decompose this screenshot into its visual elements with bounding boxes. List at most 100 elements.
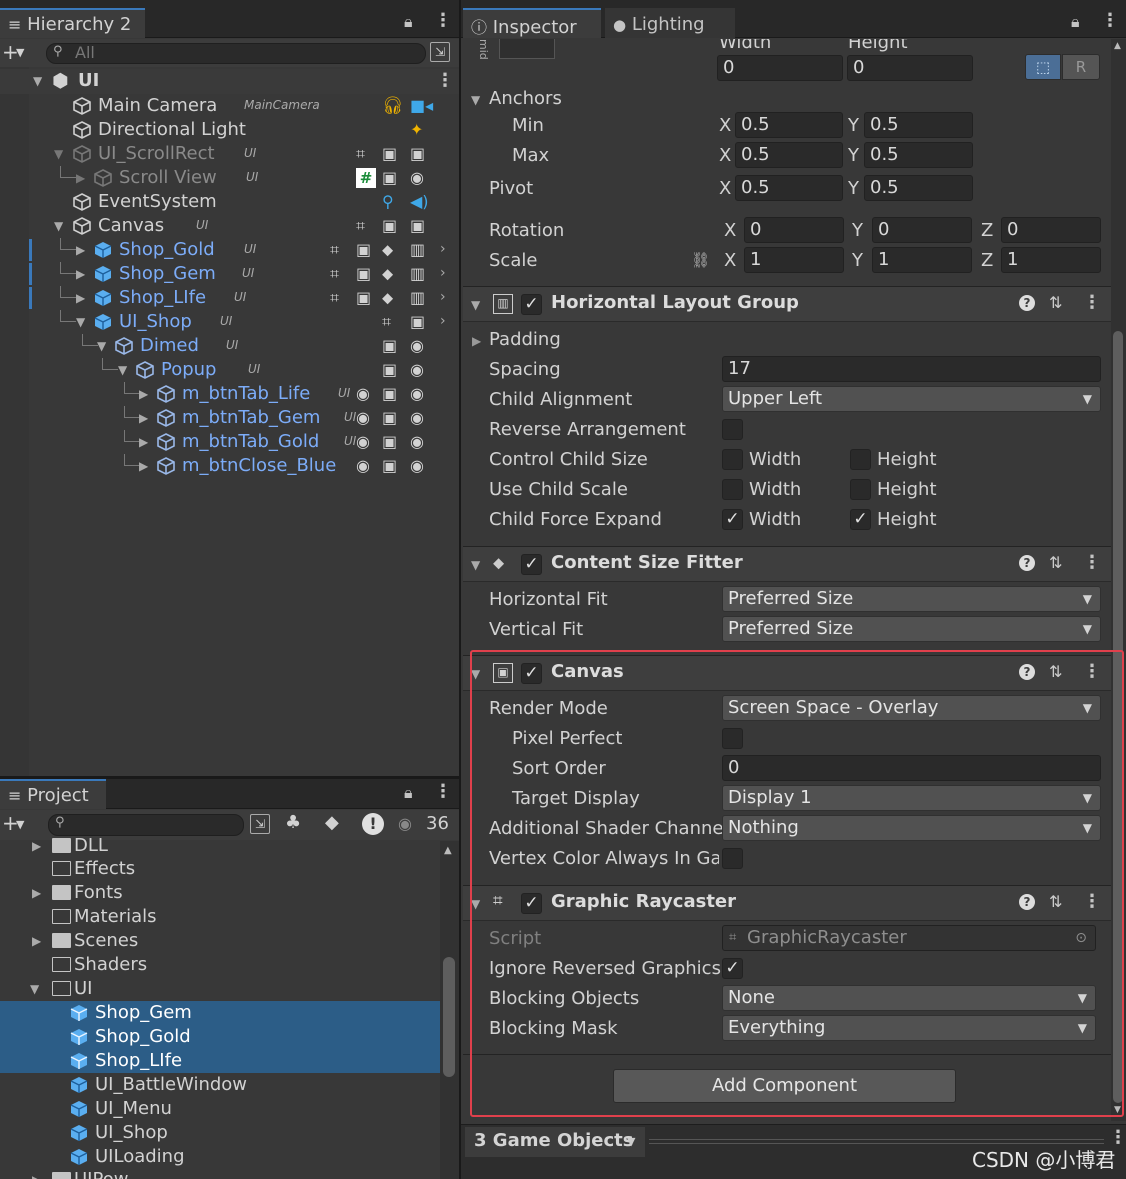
help-icon[interactable]: ? bbox=[1019, 295, 1035, 311]
hierarchy-item-canvas[interactable]: ▼ Canvas UI ⌗ ▣ ▣ bbox=[0, 214, 459, 238]
tab-inspector[interactable]: ⓘ Inspector bbox=[463, 8, 601, 38]
hidden-packages-icon[interactable]: ◉ bbox=[398, 814, 412, 833]
chevron-right-icon[interactable]: › bbox=[440, 289, 446, 305]
scale-width-checkbox[interactable] bbox=[722, 479, 743, 500]
hierarchy-item-scroll-view[interactable]: ▶ Scroll View UI # ▣ ◉ bbox=[0, 166, 459, 190]
rotation-z-field[interactable]: 0 bbox=[1001, 217, 1101, 243]
project-prefab-shop-gold[interactable]: Shop_Gold bbox=[0, 1025, 440, 1049]
expand-width-checkbox[interactable]: ✓ bbox=[722, 509, 743, 530]
project-folder-fonts[interactable]: ▶ Fonts bbox=[0, 881, 440, 905]
csf-header[interactable]: ▼ ⬥ ✓ Content Size Fitter ? ⇅ ⋮ bbox=[463, 546, 1111, 582]
project-folder-dll[interactable]: ▶ DLL bbox=[0, 834, 440, 858]
more-menu-icon[interactable]: ⋮ bbox=[434, 10, 452, 31]
rotation-y-field[interactable]: 0 bbox=[872, 217, 972, 243]
scale-height-checkbox[interactable] bbox=[850, 479, 871, 500]
child-alignment-dropdown[interactable]: Upper Left ▼ bbox=[722, 386, 1101, 412]
vertical-fit-dropdown[interactable]: Preferred Size ▼ bbox=[722, 616, 1101, 642]
expand-arrow-icon[interactable]: ▶ bbox=[139, 459, 148, 473]
expand-height-checkbox[interactable]: ✓ bbox=[850, 509, 871, 530]
more-menu-icon[interactable]: ⋮ bbox=[434, 781, 452, 802]
tab-lighting[interactable]: ● Lighting bbox=[605, 8, 735, 38]
expand-arrow-icon[interactable]: ▼ bbox=[76, 315, 85, 329]
hlg-enabled-checkbox[interactable]: ✓ bbox=[521, 294, 542, 315]
tab-project[interactable]: ≡ Project bbox=[0, 779, 106, 809]
width-field[interactable]: 0 bbox=[717, 55, 843, 81]
hierarchy-item-btntab-life[interactable]: ▶ m_btnTab_Life UI ◉ ▣ ◉ bbox=[0, 382, 459, 406]
project-folder-effects[interactable]: Effects bbox=[0, 857, 440, 881]
visibility-eye-icon[interactable]: ◉ bbox=[410, 432, 430, 452]
expand-arrow-icon[interactable]: ▶ bbox=[76, 267, 85, 281]
expand-arrow-icon[interactable]: ▶ bbox=[32, 886, 41, 900]
scene-visibility-icon[interactable]: ⇲ bbox=[430, 42, 450, 62]
horizontal-fit-dropdown[interactable]: Preferred Size ▼ bbox=[722, 586, 1101, 612]
raw-edit-button[interactable]: R bbox=[1062, 54, 1100, 80]
hierarchy-item-directional-light[interactable]: Directional Light ✦ bbox=[0, 118, 459, 142]
project-folder-ui[interactable]: ▼ UI bbox=[0, 977, 440, 1001]
scale-x-field[interactable]: 1 bbox=[744, 247, 844, 273]
expand-arrow-icon[interactable]: ▶ bbox=[32, 934, 41, 948]
tab-hierarchy[interactable]: ≡ Hierarchy 2 bbox=[0, 8, 145, 38]
expand-arrow-icon[interactable]: ▼ bbox=[118, 363, 127, 377]
expand-arrow-icon[interactable]: ▶ bbox=[139, 411, 148, 425]
hierarchy-item-ui-scrollrect[interactable]: ▼ UI_ScrollRect UI ⌗ ▣ ▣ bbox=[0, 142, 459, 166]
visibility-eye-icon[interactable]: ◉ bbox=[410, 360, 430, 380]
expand-arrow-icon[interactable]: ▶ bbox=[32, 839, 41, 853]
min-y-field[interactable]: 0.5 bbox=[864, 112, 973, 138]
warning-filter-icon[interactable]: ! bbox=[362, 813, 384, 835]
min-x-field[interactable]: 0.5 bbox=[735, 112, 843, 138]
project-prefab-ui-menu[interactable]: UI_Menu bbox=[0, 1097, 440, 1121]
scale-z-field[interactable]: 1 bbox=[1001, 247, 1101, 273]
project-folder-uipow[interactable]: ▶ UIPow bbox=[0, 1168, 440, 1179]
lock-icon[interactable]: 🔒︎ bbox=[404, 12, 413, 32]
hierarchy-item-btntab-gold[interactable]: ▶ m_btnTab_Gold UI ◉ ▣ ◉ bbox=[0, 430, 459, 454]
visibility-eye-icon[interactable]: ◉ bbox=[410, 384, 430, 404]
scene-row[interactable]: ▼ ⬢ UI ⋮ bbox=[0, 69, 459, 94]
reverse-arrangement-checkbox[interactable] bbox=[722, 419, 743, 440]
visibility-eye-icon[interactable]: ◉ bbox=[410, 456, 430, 476]
padding-foldout-icon[interactable]: ▶ bbox=[472, 334, 481, 348]
search-scope-icon[interactable]: ⇲ bbox=[250, 814, 270, 834]
padding-label[interactable]: Padding bbox=[489, 328, 561, 352]
expand-arrow-icon[interactable]: ▶ bbox=[76, 291, 85, 305]
lock-icon[interactable]: 🔒︎ bbox=[404, 783, 413, 803]
visibility-eye-icon[interactable]: ◉ bbox=[410, 336, 430, 356]
hierarchy-item-shop-gem[interactable]: ▶ Shop_Gem UI ⌗ ▣ ⬥ ▥ › bbox=[0, 262, 459, 286]
chevron-down-icon[interactable]: ▼ bbox=[16, 818, 24, 831]
chevron-right-icon[interactable]: › bbox=[440, 313, 446, 329]
more-menu-icon[interactable]: ⋮ bbox=[1101, 10, 1119, 31]
hierarchy-item-shop-gold[interactable]: ▶ Shop_Gold UI ⌗ ▣ ⬥ ▥ › bbox=[0, 238, 459, 262]
project-prefab-shop-life[interactable]: Shop_LIfe bbox=[0, 1049, 440, 1073]
pivot-y-field[interactable]: 0.5 bbox=[864, 175, 973, 201]
project-prefab-ui-battlewindow[interactable]: UI_BattleWindow bbox=[0, 1073, 440, 1097]
component-menu-icon[interactable]: ⋮ bbox=[1083, 292, 1101, 313]
lock-icon[interactable]: 🔒︎ bbox=[1071, 12, 1080, 32]
scrollbar-thumb[interactable] bbox=[443, 957, 455, 1077]
chevron-right-icon[interactable]: › bbox=[440, 265, 446, 281]
hierarchy-item-ui-shop[interactable]: ▼ UI_Shop UI ⌗ ▣ › bbox=[0, 310, 459, 334]
hierarchy-item-eventsystem[interactable]: EventSystem ⚲ ◀) bbox=[0, 190, 459, 214]
expand-arrow-icon[interactable]: ▶ bbox=[139, 435, 148, 449]
anchor-preset-icon[interactable] bbox=[499, 39, 555, 59]
expand-arrow-icon[interactable]: ▼ bbox=[54, 147, 63, 161]
chevron-right-icon[interactable]: › bbox=[440, 241, 446, 257]
hierarchy-item-main-camera[interactable]: Main Camera MainCamera 🎧︎ ■◂ bbox=[0, 94, 459, 118]
hierarchy-item-btntab-gem[interactable]: ▶ m_btnTab_Gem UI ◉ ▣ ◉ bbox=[0, 406, 459, 430]
project-prefab-uiloading[interactable]: UILoading bbox=[0, 1145, 440, 1169]
project-folder-materials[interactable]: Materials bbox=[0, 905, 440, 929]
expand-arrow-icon[interactable]: ▼ bbox=[33, 74, 42, 88]
control-height-checkbox[interactable] bbox=[850, 449, 871, 470]
search-input[interactable]: ⚲ All bbox=[46, 43, 426, 64]
visibility-eye-icon[interactable]: ◉ bbox=[410, 408, 430, 428]
expand-arrow-icon[interactable]: ▶ bbox=[139, 387, 148, 401]
hierarchy-item-popup[interactable]: ▼ Popup UI ▣ ◉ bbox=[0, 358, 459, 382]
visibility-eye-icon[interactable]: ◉ bbox=[410, 168, 430, 188]
height-field[interactable]: 0 bbox=[847, 55, 973, 81]
project-prefab-ui-shop[interactable]: UI_Shop bbox=[0, 1121, 440, 1145]
project-search-input[interactable]: ⚲ bbox=[48, 814, 244, 836]
presets-icon[interactable]: ⇅ bbox=[1049, 293, 1062, 312]
scene-menu-icon[interactable]: ⋮ bbox=[436, 70, 454, 91]
project-prefab-shop-gem[interactable]: Shop_Gem bbox=[0, 1001, 440, 1025]
foldout-icon[interactable]: ▼ bbox=[471, 298, 480, 312]
anchors-foldout-icon[interactable]: ▼ bbox=[471, 93, 480, 107]
scroll-up-icon[interactable]: ▲ bbox=[444, 845, 452, 856]
